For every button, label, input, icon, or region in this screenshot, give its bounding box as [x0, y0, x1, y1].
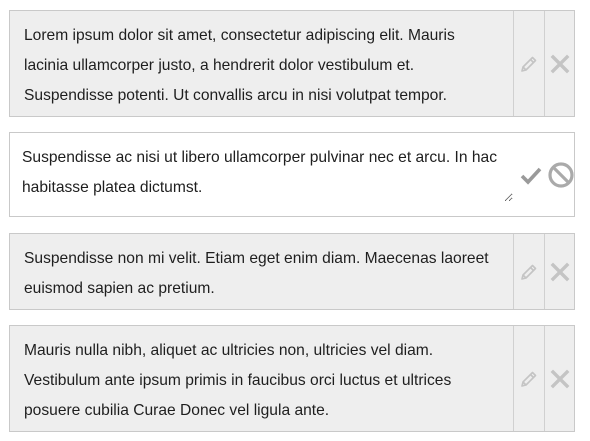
- pencil-icon: [519, 369, 539, 389]
- list-item-editing: Suspendisse ac nisi ut libero ullamcorpe…: [9, 132, 575, 217]
- cancel-button[interactable]: [545, 133, 576, 216]
- edit-textarea[interactable]: Suspendisse ac nisi ut libero ullamcorpe…: [10, 133, 513, 202]
- item-text: Mauris nulla nibh, aliquet ac ultricies …: [24, 342, 452, 419]
- edit-button[interactable]: [513, 234, 544, 309]
- pencil-icon: [519, 54, 539, 74]
- ban-icon: [547, 161, 575, 189]
- x-icon: [550, 54, 570, 74]
- delete-button[interactable]: [544, 326, 575, 431]
- x-icon: [550, 262, 570, 282]
- x-icon: [550, 369, 570, 389]
- delete-button[interactable]: [544, 234, 575, 309]
- save-button[interactable]: [515, 133, 546, 216]
- item-text: Suspendisse non mi velit. Etiam eget eni…: [24, 250, 489, 297]
- edit-button[interactable]: [513, 11, 544, 116]
- delete-button[interactable]: [544, 11, 575, 116]
- list-item: Mauris nulla nibh, aliquet ac ultricies …: [9, 325, 575, 432]
- list-item: Suspendisse non mi velit. Etiam eget eni…: [9, 233, 575, 310]
- pencil-icon: [519, 262, 539, 282]
- item-text: Lorem ipsum dolor sit amet, consectetur …: [24, 27, 455, 104]
- list-item: Lorem ipsum dolor sit amet, consectetur …: [9, 10, 575, 117]
- checkmark-icon: [520, 164, 542, 186]
- edit-button[interactable]: [513, 326, 544, 431]
